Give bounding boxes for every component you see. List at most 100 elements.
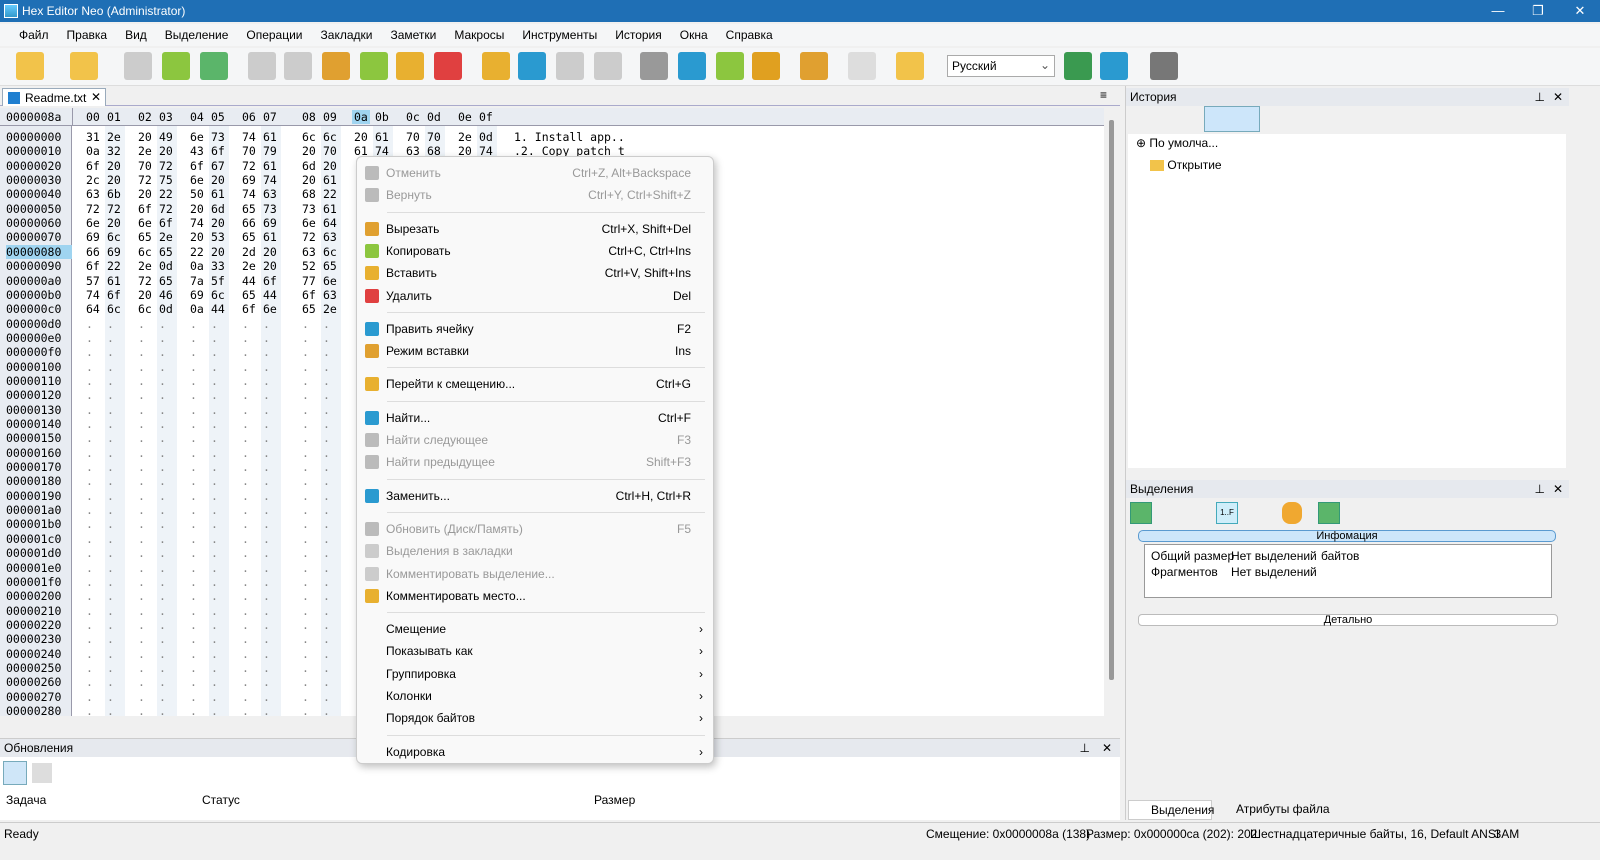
menu-1[interactable]: Правка: [58, 28, 117, 42]
col-size[interactable]: Размер: [594, 793, 635, 807]
column-header[interactable]: 03: [159, 110, 173, 124]
comment-icon[interactable]: [716, 52, 744, 80]
hex-byte[interactable]: 65: [302, 302, 316, 316]
tab-selections[interactable]: Выделения: [1128, 800, 1214, 820]
hex-byte[interactable]: 63: [323, 230, 337, 244]
hex-byte[interactable]: 72: [138, 274, 152, 288]
hex-byte[interactable]: 6e: [190, 130, 204, 144]
panel-close-icon[interactable]: ✕: [1102, 741, 1112, 755]
menu-11[interactable]: Справка: [717, 28, 782, 42]
column-header[interactable]: 0f: [479, 110, 493, 124]
hex-byte[interactable]: 74: [263, 173, 277, 187]
hex-byte[interactable]: 6f: [190, 159, 204, 173]
menu-item-scissors[interactable]: Вырезать Ctrl+X, Shift+Del: [357, 218, 713, 240]
column-header[interactable]: 02: [138, 110, 152, 124]
menu-item-submenu-22[interactable]: Кодировка ›: [357, 741, 713, 763]
hex-byte[interactable]: 65: [138, 230, 152, 244]
hex-byte[interactable]: 20: [323, 159, 337, 173]
hex-byte[interactable]: 33: [211, 259, 225, 273]
hex-byte[interactable]: 20: [211, 173, 225, 187]
hex-byte[interactable]: 6f: [302, 288, 316, 302]
hex-byte[interactable]: 20: [302, 173, 316, 187]
hex-byte[interactable]: 65: [242, 230, 256, 244]
hex-byte[interactable]: 32: [107, 144, 121, 158]
hex-byte[interactable]: 2e: [107, 130, 121, 144]
fullscreen-icon[interactable]: [800, 52, 828, 80]
hex-byte[interactable]: 70: [427, 130, 441, 144]
hex-byte[interactable]: 6c: [323, 130, 337, 144]
menu-item-replace[interactable]: Заменить... Ctrl+H, Ctrl+R: [357, 485, 713, 507]
hex-byte[interactable]: 72: [159, 159, 173, 173]
hex-byte[interactable]: 2e: [323, 302, 337, 316]
hex-byte[interactable]: 68: [302, 187, 316, 201]
hex-byte[interactable]: 74: [86, 288, 100, 302]
hex-byte[interactable]: 79: [263, 144, 277, 158]
hex-byte[interactable]: 20: [211, 216, 225, 230]
hex-byte[interactable]: 6c: [138, 245, 152, 259]
hex-byte[interactable]: 6e: [302, 216, 316, 230]
open-icon[interactable]: [70, 52, 98, 80]
hex-byte[interactable]: 0d: [159, 302, 173, 316]
hex-byte[interactable]: 43: [190, 144, 204, 158]
menu-3[interactable]: Выделение: [156, 28, 238, 42]
hex-byte[interactable]: 6c: [323, 245, 337, 259]
hex-byte[interactable]: 70: [323, 144, 337, 158]
hex-byte[interactable]: 61: [107, 274, 121, 288]
cut-icon[interactable]: [322, 52, 350, 80]
menu-2[interactable]: Вид: [116, 28, 156, 42]
minimize-button[interactable]: —: [1478, 0, 1518, 22]
column-header[interactable]: 0a: [352, 110, 370, 124]
menu-item-submenu-19[interactable]: Группировка ›: [357, 663, 713, 685]
hex-byte[interactable]: 50: [190, 187, 204, 201]
hex-select-icon[interactable]: 1..F: [1216, 502, 1238, 524]
hex-byte[interactable]: 31: [86, 130, 100, 144]
hex-byte[interactable]: 6d: [302, 159, 316, 173]
columns-icon[interactable]: [896, 52, 924, 80]
menu-item-goto[interactable]: Перейти к смещению... Ctrl+G: [357, 373, 713, 395]
hex-byte[interactable]: 6e: [323, 274, 337, 288]
hex-byte[interactable]: 61: [375, 130, 389, 144]
hex-byte[interactable]: 57: [86, 274, 100, 288]
paste-icon[interactable]: [396, 52, 424, 80]
hex-byte[interactable]: 20: [190, 230, 204, 244]
redo-icon[interactable]: [284, 52, 312, 80]
hex-byte[interactable]: 20: [107, 216, 121, 230]
delete-icon[interactable]: [434, 52, 462, 80]
hex-byte[interactable]: 61: [263, 159, 277, 173]
menu-item-copy[interactable]: Копировать Ctrl+C, Ctrl+Ins: [357, 240, 713, 262]
hex-byte[interactable]: 72: [302, 230, 316, 244]
column-header[interactable]: 0e: [458, 110, 472, 124]
close-button[interactable]: ✕: [1560, 0, 1600, 22]
web-icon[interactable]: [1100, 52, 1128, 80]
column-header[interactable]: 01: [107, 110, 121, 124]
find-icon[interactable]: [518, 52, 546, 80]
bookmark-icon[interactable]: [640, 52, 668, 80]
hex-byte[interactable]: 44: [211, 302, 225, 316]
detail-button[interactable]: Детально: [1138, 614, 1558, 626]
hex-byte[interactable]: 20: [211, 245, 225, 259]
find-prev-icon[interactable]: [594, 52, 622, 80]
menu-item-submenu-17[interactable]: Смещение ›: [357, 618, 713, 640]
hex-byte[interactable]: 61: [263, 130, 277, 144]
hex-byte[interactable]: 65: [159, 245, 173, 259]
hex-byte[interactable]: 2e: [138, 144, 152, 158]
maximize-button[interactable]: ❐: [1518, 0, 1558, 22]
hex-byte[interactable]: 61: [263, 230, 277, 244]
hex-byte[interactable]: 64: [86, 302, 100, 316]
hex-byte[interactable]: 6e: [138, 216, 152, 230]
menu-item-eraser[interactable]: Удалить Del: [357, 285, 713, 307]
pin-icon[interactable]: ⊥: [1535, 90, 1545, 104]
hex-byte[interactable]: 67: [211, 159, 225, 173]
hex-byte[interactable]: 52: [302, 259, 316, 273]
hex-byte[interactable]: 44: [242, 274, 256, 288]
hex-byte[interactable]: 74: [242, 130, 256, 144]
hex-byte[interactable]: 6c: [107, 230, 121, 244]
hex-byte[interactable]: 6f: [86, 259, 100, 273]
menu-4[interactable]: Операции: [237, 28, 311, 42]
hex-byte[interactable]: 65: [159, 274, 173, 288]
hex-byte[interactable]: 70: [138, 159, 152, 173]
tab-file-attributes[interactable]: Атрибуты файла: [1216, 800, 1336, 820]
hex-byte[interactable]: 2e: [159, 230, 173, 244]
hex-byte[interactable]: 61: [211, 187, 225, 201]
panel-close-icon[interactable]: ✕: [1553, 90, 1563, 104]
